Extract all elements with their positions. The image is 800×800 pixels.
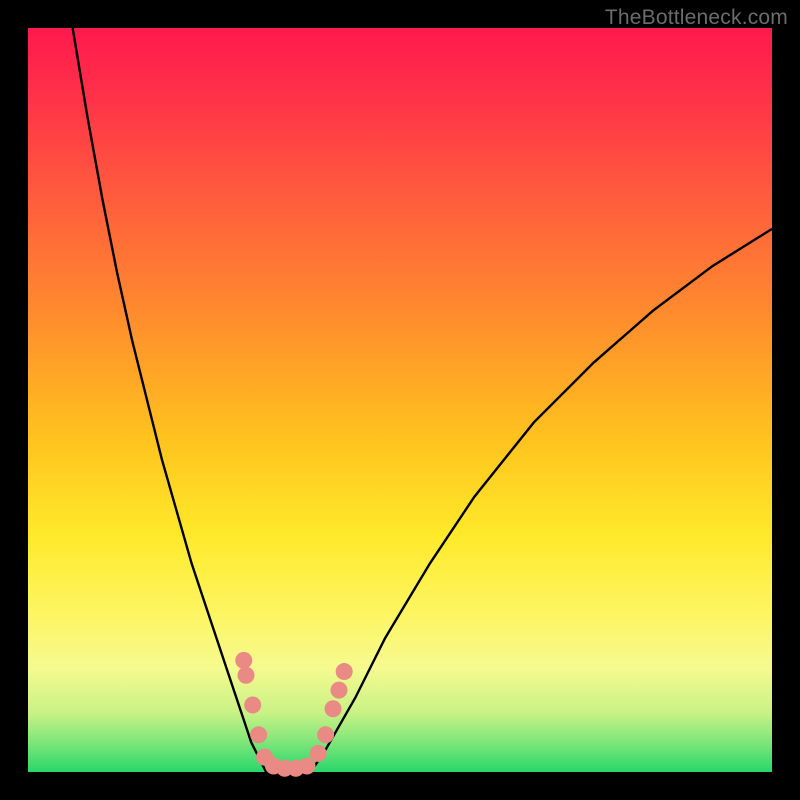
marker-dot	[317, 726, 334, 743]
marker-dot	[237, 667, 254, 684]
watermark-text: TheBottleneck.com	[605, 6, 788, 30]
marker-group	[235, 652, 352, 777]
marker-dot	[244, 697, 261, 714]
curve-layer	[28, 28, 772, 772]
chart-frame: TheBottleneck.com	[0, 0, 800, 800]
marker-dot	[325, 700, 342, 717]
marker-dot	[330, 682, 347, 699]
plot-area	[28, 28, 772, 772]
marker-dot	[235, 652, 252, 669]
marker-dot	[310, 745, 327, 762]
marker-dot	[250, 726, 267, 743]
curve-right-branch	[311, 229, 772, 772]
marker-dot	[336, 663, 353, 680]
